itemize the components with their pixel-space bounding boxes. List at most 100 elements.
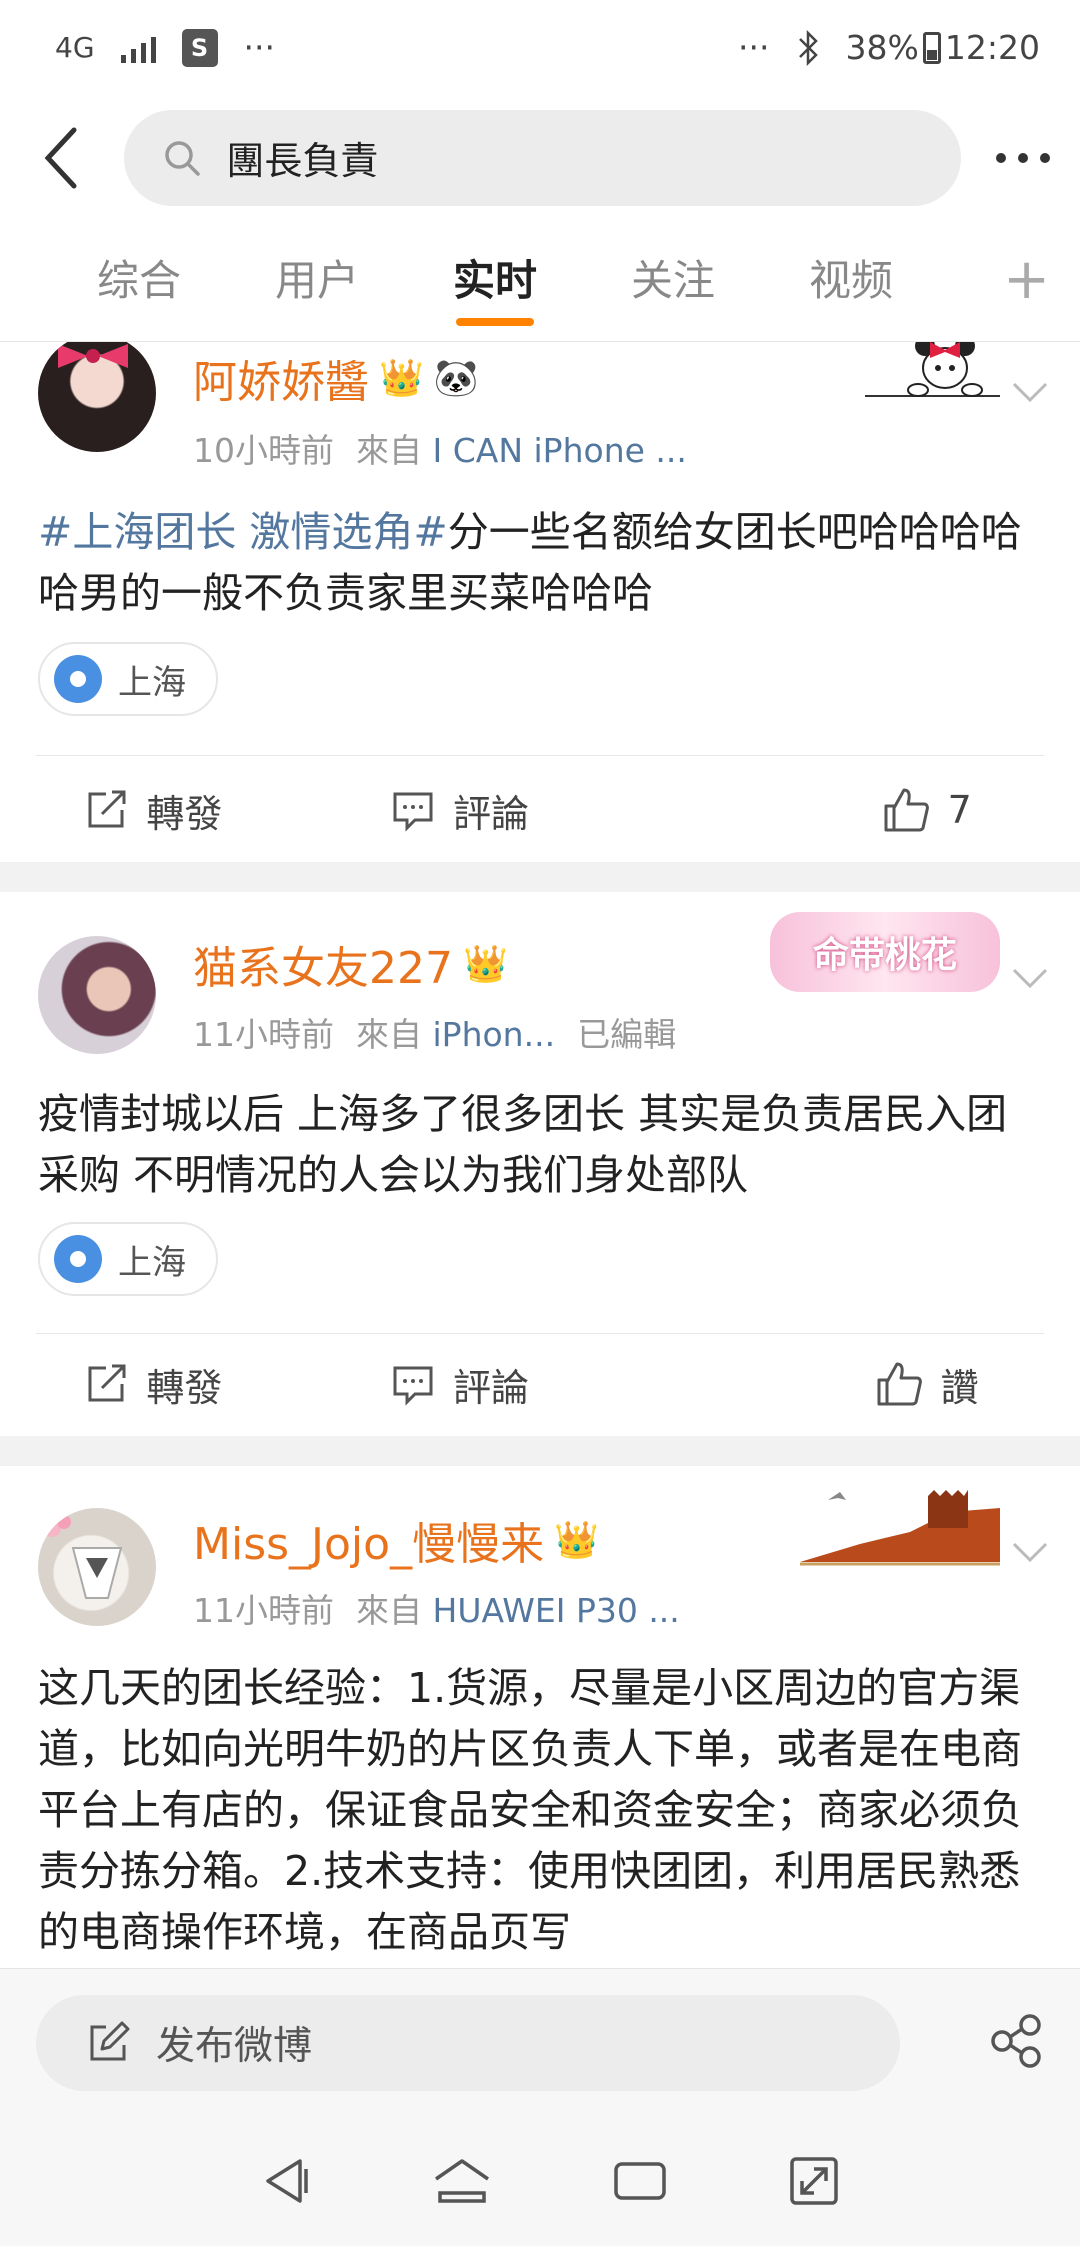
location-pin-icon <box>54 655 102 703</box>
battery-icon <box>922 31 941 64</box>
panda-badge-icon: 🐼 <box>433 358 479 399</box>
more-options-button[interactable] <box>996 152 1050 163</box>
repost-icon <box>88 1364 126 1402</box>
bluetooth-icon <box>798 29 818 66</box>
tab-following[interactable]: 关注 <box>584 220 762 342</box>
tab-users[interactable]: 用户 <box>228 220 406 342</box>
status-left: 4G S ··· <box>55 28 275 67</box>
author-row: 猫系女友227 👑 <box>193 932 508 996</box>
username[interactable]: Miss_Jojo_慢慢来 <box>193 1508 544 1572</box>
like-button[interactable]: 7 <box>613 760 1080 860</box>
repost-label: 轉發 <box>146 791 223 836</box>
comment-icon <box>393 792 433 832</box>
post-separator <box>0 862 1080 892</box>
search-icon <box>165 140 201 176</box>
post-content: #上海团长 激情选角#分一些名额给女团长吧哈哈哈哈哈男的一般不负责家里买菜哈哈哈 <box>38 502 1040 624</box>
location-tag[interactable]: 上海 <box>38 1222 218 1296</box>
source-label: 來自 <box>356 1015 422 1054</box>
like-label: 讚 <box>940 1365 979 1410</box>
username[interactable]: 猫系女友227 <box>193 932 453 996</box>
post-meta: 11小時前 來自 HUAWEI P30 ... <box>193 1584 680 1632</box>
badge-text: 命带桃花 <box>812 935 957 976</box>
author-row: 阿娇娇醬 👑 🐼 <box>193 346 479 410</box>
tab-video[interactable]: 视频 <box>762 220 940 342</box>
nav-expand-icon[interactable] <box>788 2155 840 2207</box>
feed: 阿娇娇醬 👑 🐼 10小時前 來自 I CAN iPhone ... #上海团长… <box>0 342 1080 1968</box>
compose-button[interactable]: 发布微博 <box>36 1995 900 2091</box>
shopping-bag-icon: S <box>181 28 218 67</box>
post-card[interactable]: 阿娇娇醬 👑 🐼 10小時前 來自 I CAN iPhone ... #上海团长… <box>0 342 1080 862</box>
repost-button[interactable]: 轉發 <box>0 1334 307 1434</box>
comment-label: 評論 <box>453 1365 530 1410</box>
post-actions: 轉發 評論 7 <box>0 760 1080 860</box>
location-tag[interactable]: 上海 <box>38 642 218 716</box>
nav-back-icon[interactable] <box>260 2155 312 2207</box>
tab-realtime[interactable]: 实时 <box>406 220 584 342</box>
status-dots: ··· <box>243 28 275 67</box>
avatar[interactable] <box>38 342 156 452</box>
system-nav-bar <box>0 2116 1080 2246</box>
more-dot-icon <box>996 152 1006 163</box>
battery-level: 38% <box>845 28 919 67</box>
topic-link[interactable]: #上海团长 激情选角# <box>38 508 448 556</box>
source-label: 來自 <box>356 431 422 470</box>
source-label: 來自 <box>356 1591 422 1630</box>
great-wall-decoration-icon <box>800 1490 1000 1566</box>
avatar[interactable] <box>38 936 156 1054</box>
post-source[interactable]: I CAN iPhone ... <box>433 431 687 470</box>
thumbs-up-icon <box>877 1362 922 1406</box>
edited-label: 已編輯 <box>577 1015 677 1054</box>
status-right-dots: ··· <box>738 28 770 67</box>
status-bar: 4G S ··· ··· 38% 12:20 <box>0 0 1080 95</box>
avatar[interactable] <box>38 1508 156 1626</box>
minnie-decoration-icon <box>865 342 1000 397</box>
compose-bar: 发布微博 <box>0 1968 1080 2116</box>
post-content: 这几天的团长经验：1.货源，尽量是小区周边的官方渠道，比如向光明牛奶的片区负责人… <box>38 1664 1022 1956</box>
peach-blossom-badge: 命带桃花 <box>770 912 1000 992</box>
share-icon[interactable] <box>988 2013 1044 2069</box>
post-time: 11小時前 <box>193 1591 334 1630</box>
search-box[interactable] <box>124 109 961 206</box>
clock: 12:20 <box>944 28 1040 67</box>
nav-home-icon[interactable] <box>432 2155 492 2207</box>
network-indicator: 4G <box>55 31 95 64</box>
back-arrow-icon <box>44 127 77 188</box>
compose-label: 发布微博 <box>156 2024 313 2069</box>
post-source[interactable]: HUAWEI P30 ... <box>433 1591 680 1630</box>
chevron-down-icon[interactable] <box>1010 1532 1050 1572</box>
post-time: 10小時前 <box>193 431 334 470</box>
comment-button[interactable]: 評論 <box>307 760 614 860</box>
post-source[interactable]: iPhon... <box>433 1015 556 1054</box>
post-card[interactable]: 猫系女友227 👑 11小時前 來自 iPhon... 已編輯 命带桃花 疫情封… <box>0 892 1080 1436</box>
author-row: Miss_Jojo_慢慢来 👑 <box>193 1508 599 1572</box>
signal-icon <box>120 33 156 63</box>
comment-icon <box>393 1366 433 1406</box>
search-input[interactable] <box>226 135 827 180</box>
post-card[interactable]: Miss_Jojo_慢慢来 👑 11小時前 來自 HUAWEI P30 ... <box>0 1466 1080 1968</box>
username[interactable]: 阿娇娇醬 <box>193 346 369 410</box>
filter-tabs: 综合 用户 实时 关注 视频 <box>0 220 1080 342</box>
status-right: ··· 38% 12:20 <box>738 28 1040 67</box>
comment-label: 評論 <box>453 791 530 836</box>
thumbs-up-icon <box>884 788 929 832</box>
comment-button[interactable]: 評論 <box>307 1334 614 1434</box>
repost-button[interactable]: 轉發 <box>0 760 307 860</box>
member-crown-icon: 👑 <box>462 944 508 985</box>
back-button[interactable] <box>30 123 89 193</box>
like-button[interactable]: 讚 <box>613 1334 1080 1434</box>
tab-comprehensive[interactable]: 综合 <box>50 220 228 342</box>
repost-label: 轉發 <box>146 1365 223 1410</box>
member-crown-icon: 👑 <box>554 1520 599 1561</box>
repost-icon <box>88 790 126 828</box>
divider <box>36 755 1044 756</box>
chevron-down-icon[interactable] <box>1010 958 1050 998</box>
nav-recents-icon[interactable] <box>612 2158 668 2204</box>
member-crown-icon: 👑 <box>379 358 424 399</box>
chevron-down-icon[interactable] <box>1010 372 1050 412</box>
location-pin-icon <box>54 1235 102 1283</box>
location-name: 上海 <box>118 1242 186 1283</box>
add-tab-button[interactable]: + <box>1003 250 1050 310</box>
more-dot-icon <box>1040 152 1050 163</box>
post-content: 疫情封城以后 上海多了很多团长 其实是负责居民入团采购 不明情况的人会以为我们身… <box>38 1090 1008 1199</box>
search-header <box>0 95 1080 220</box>
